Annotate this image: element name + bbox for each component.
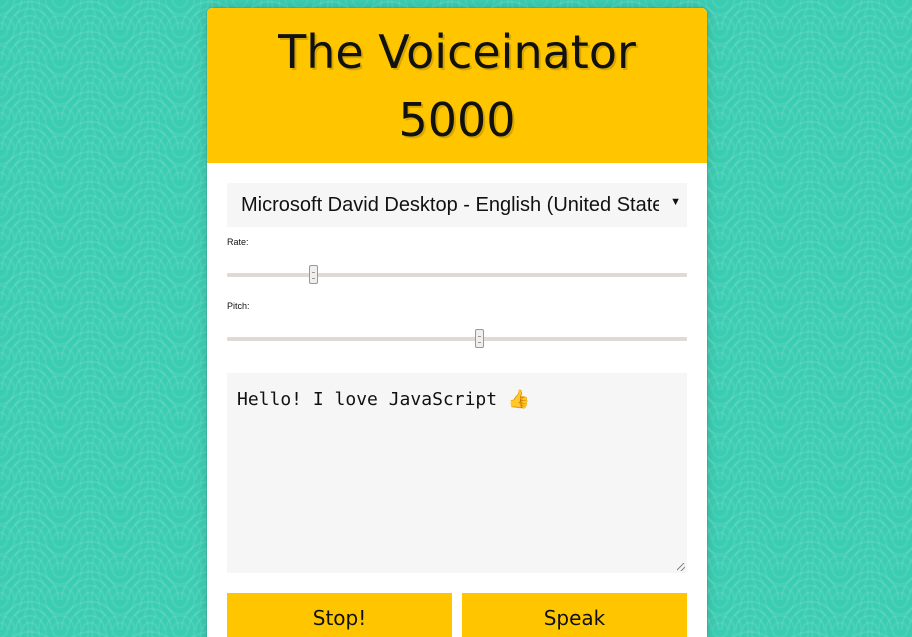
speak-button[interactable]: Speak — [462, 593, 687, 637]
header: The Voiceinator 5000 — [207, 8, 707, 163]
voice-select-value: Microsoft David Desktop - English (Unite… — [241, 193, 659, 216]
pitch-slider-thumb[interactable] — [475, 329, 484, 348]
rate-slider-thumb[interactable] — [309, 265, 319, 284]
message-textarea[interactable]: Hello! I love JavaScript 👍 — [227, 373, 687, 573]
message-text: Hello! I love JavaScript 👍 — [237, 389, 531, 410]
rate-slider[interactable] — [227, 261, 687, 291]
controls: Microsoft David Desktop - English (Unite… — [207, 163, 707, 637]
rate-slider-track — [227, 273, 687, 277]
rate-label: Rate: — [227, 237, 249, 247]
resize-grip-icon[interactable] — [677, 563, 685, 571]
stop-button[interactable]: Stop! — [227, 593, 452, 637]
voiceinator-panel: The Voiceinator 5000 Microsoft David Des… — [207, 8, 707, 637]
pitch-label: Pitch: — [227, 301, 250, 311]
pitch-slider[interactable] — [227, 325, 687, 355]
button-row: Stop! Speak — [227, 593, 687, 637]
pitch-slider-track — [227, 337, 687, 341]
app-title: The Voiceinator 5000 — [278, 24, 636, 147]
dropdown-triangle-icon: ▼ — [670, 196, 681, 208]
voice-select[interactable]: Microsoft David Desktop - English (Unite… — [227, 183, 687, 227]
